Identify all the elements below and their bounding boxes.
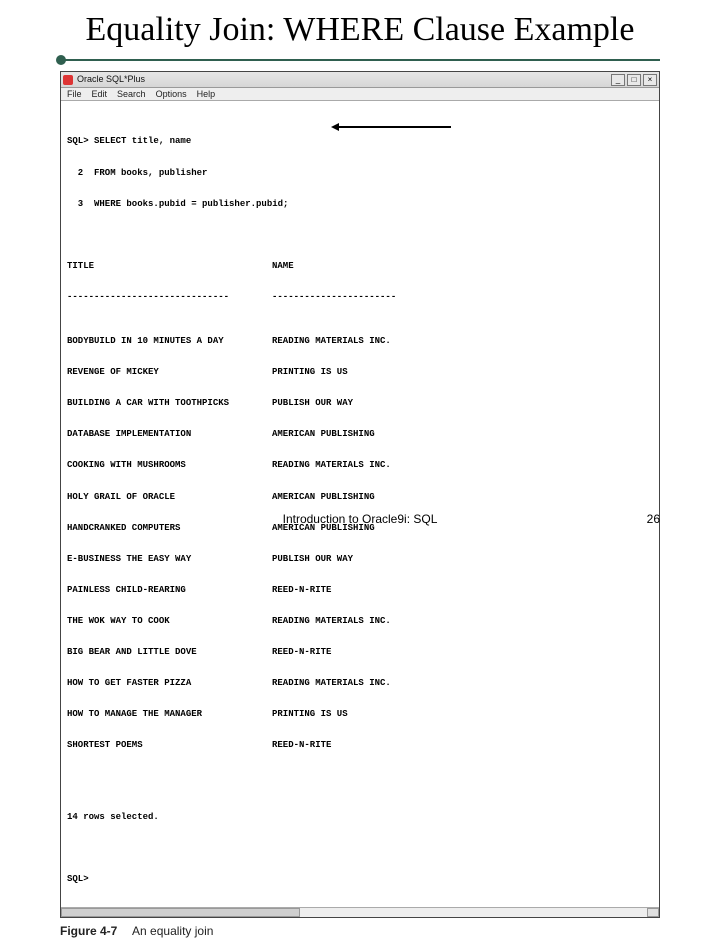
menu-options[interactable]: Options: [156, 89, 187, 99]
cell-name: AMERICAN PUBLISHING: [272, 492, 375, 502]
cell-title: BODYBUILD IN 10 MINUTES A DAY: [67, 336, 272, 346]
table-row: HOW TO MANAGE THE MANAGERPRINTING IS US: [67, 709, 653, 719]
cell-name: PUBLISH OUR WAY: [272, 398, 353, 408]
menu-search[interactable]: Search: [117, 89, 146, 99]
menu-bar: File Edit Search Options Help: [61, 88, 659, 101]
cell-title: COOKING WITH MUSHROOMS: [67, 460, 272, 470]
dash-title: ------------------------------: [67, 292, 272, 302]
table-row: E-BUSINESS THE EASY WAYPUBLISH OUR WAY: [67, 554, 653, 564]
table-row: HOW TO GET FASTER PIZZAREADING MATERIALS…: [67, 678, 653, 688]
cell-name: PUBLISH OUR WAY: [272, 554, 353, 564]
header-dash-line: ----------------------------------------…: [67, 292, 653, 306]
table-row: PAINLESS CHILD-REARINGREED-N-RITE: [67, 585, 653, 595]
rows-selected: 14 rows selected.: [67, 812, 653, 822]
column-headers: TITLENAME: [67, 261, 653, 271]
table-row: HOLY GRAIL OF ORACLEAMERICAN PUBLISHING: [67, 492, 653, 502]
table-row: BUILDING A CAR WITH TOOTHPICKSPUBLISH OU…: [67, 398, 653, 408]
maximize-button[interactable]: □: [627, 74, 641, 86]
blank-line: [67, 843, 653, 853]
close-button[interactable]: ×: [643, 74, 657, 86]
window-controls: _ □ ×: [611, 74, 657, 86]
dash-name: -----------------------: [272, 292, 396, 302]
scroll-right-button[interactable]: [647, 908, 659, 917]
cell-name: READING MATERIALS INC.: [272, 460, 391, 470]
cell-title: HOLY GRAIL OF ORACLE: [67, 492, 272, 502]
horizontal-scrollbar[interactable]: [61, 907, 659, 917]
terminal-output: SQL> SELECT title, name 2 FROM books, pu…: [61, 101, 659, 907]
figure-caption: Figure 4-7 An equality join: [60, 924, 660, 938]
table-row: DATABASE IMPLEMENTATIONAMERICAN PUBLISHI…: [67, 429, 653, 439]
blank-line: [67, 781, 653, 791]
table-row: BIG BEAR AND LITTLE DOVEREED-N-RITE: [67, 647, 653, 657]
sql-prompt[interactable]: SQL>: [67, 874, 653, 884]
window-titlebar: Oracle SQL*Plus _ □ ×: [61, 72, 659, 88]
sql-line-2: 2 FROM books, publisher: [67, 168, 653, 178]
sqlplus-window: Oracle SQL*Plus _ □ × File Edit Search O…: [60, 71, 660, 918]
cell-title: DATABASE IMPLEMENTATION: [67, 429, 272, 439]
title-underline: [60, 55, 660, 65]
cell-title: PAINLESS CHILD-REARING: [67, 585, 272, 595]
cell-name: REED-N-RITE: [272, 740, 331, 750]
annotation-arrow: [331, 123, 451, 131]
col-header-name: NAME: [272, 261, 294, 271]
col-header-title: TITLE: [67, 261, 272, 271]
slide-footer: Introduction to Oracle9i: SQL 26: [0, 512, 720, 526]
figure-caption-text: An equality join: [132, 924, 213, 938]
menu-file[interactable]: File: [67, 89, 82, 99]
table-row: SHORTEST POEMSREED-N-RITE: [67, 740, 653, 750]
cell-name: READING MATERIALS INC.: [272, 678, 391, 688]
cell-title: HOW TO GET FASTER PIZZA: [67, 678, 272, 688]
title-rule: [60, 59, 660, 61]
figure-number: Figure 4-7: [60, 924, 117, 938]
cell-name: AMERICAN PUBLISHING: [272, 429, 375, 439]
cell-name: REED-N-RITE: [272, 647, 331, 657]
cell-title: THE WOK WAY TO COOK: [67, 616, 272, 626]
cell-title: BIG BEAR AND LITTLE DOVE: [67, 647, 272, 657]
table-row: REVENGE OF MICKEYPRINTING IS US: [67, 367, 653, 377]
slide-title: Equality Join: WHERE Clause Example: [0, 0, 720, 49]
cell-name: PRINTING IS US: [272, 367, 348, 377]
cell-name: READING MATERIALS INC.: [272, 336, 391, 346]
footer-center-text: Introduction to Oracle9i: SQL: [0, 512, 720, 526]
cell-name: PRINTING IS US: [272, 709, 348, 719]
table-row: THE WOK WAY TO COOKREADING MATERIALS INC…: [67, 616, 653, 626]
cell-title: BUILDING A CAR WITH TOOTHPICKS: [67, 398, 272, 408]
table-row: COOKING WITH MUSHROOMSREADING MATERIALS …: [67, 460, 653, 470]
sql-line-3: 3 WHERE books.pubid = publisher.pubid;: [67, 199, 653, 209]
cell-title: E-BUSINESS THE EASY WAY: [67, 554, 272, 564]
scroll-thumb[interactable]: [61, 908, 300, 917]
minimize-button[interactable]: _: [611, 74, 625, 86]
arrow-shaft: [337, 126, 451, 128]
window-title: Oracle SQL*Plus: [77, 74, 145, 84]
cell-title: HOW TO MANAGE THE MANAGER: [67, 709, 272, 719]
menu-help[interactable]: Help: [197, 89, 216, 99]
cell-title: SHORTEST POEMS: [67, 740, 272, 750]
blank-line: [67, 230, 653, 240]
cell-name: REED-N-RITE: [272, 585, 331, 595]
cell-name: READING MATERIALS INC.: [272, 616, 391, 626]
table-row: BODYBUILD IN 10 MINUTES A DAYREADING MAT…: [67, 336, 653, 346]
app-icon: [63, 75, 73, 85]
cell-title: REVENGE OF MICKEY: [67, 367, 272, 377]
menu-edit[interactable]: Edit: [92, 89, 108, 99]
